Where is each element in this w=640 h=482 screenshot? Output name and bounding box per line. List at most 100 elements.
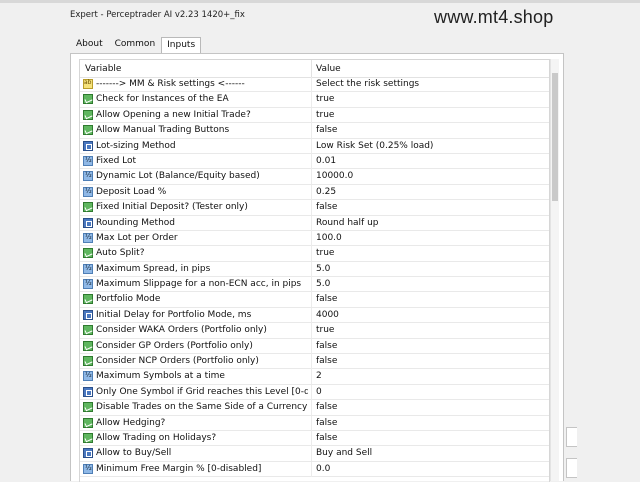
tab-about[interactable]: About	[70, 36, 109, 53]
table-row[interactable]: Auto Split? true	[80, 246, 549, 262]
row-variable-name: Auto Split?	[96, 248, 145, 259]
table-row[interactable]: Minimum Free Margin % [0-disabled] 0.0	[80, 461, 549, 478]
table-row[interactable]: Rounding Method Round half up	[80, 215, 549, 231]
row-variable-name: Max Lot per Order	[96, 232, 178, 243]
side-button-upper[interactable]	[566, 427, 577, 447]
vertical-scrollbar[interactable]	[550, 59, 559, 481]
column-divider	[311, 369, 312, 385]
table-row[interactable]: Only One Symbol if Grid reaches this Lev…	[80, 384, 549, 401]
row-value[interactable]: true	[316, 110, 334, 120]
boolean-param-icon	[83, 417, 93, 428]
column-divider	[311, 153, 312, 169]
row-variable-name: Allow to Buy/Sell	[96, 448, 172, 459]
boolean-param-icon	[83, 202, 93, 213]
table-row[interactable]: Allow Opening a new Initial Trade? true	[80, 107, 549, 124]
column-divider	[311, 123, 312, 139]
row-value[interactable]: 100.0	[316, 233, 342, 243]
row-value[interactable]: Buy and Sell	[316, 448, 372, 458]
top-strip	[0, 0, 640, 3]
row-value[interactable]: Low Risk Set (0.25% load)	[316, 141, 433, 151]
enum-param-icon	[83, 217, 93, 228]
row-value[interactable]: 0.01	[316, 156, 336, 166]
row-value[interactable]: 4000	[316, 310, 339, 320]
row-value[interactable]: false	[316, 341, 337, 351]
column-divider	[311, 246, 312, 262]
table-row[interactable]: Consider NCP Orders (Portfolio only) fals…	[80, 354, 549, 370]
table-row[interactable]: Disable Trades on the Same Side of a Cur…	[80, 400, 549, 416]
side-button-lower[interactable]	[566, 458, 577, 478]
row-value[interactable]: Round half up	[316, 218, 379, 228]
row-variable-name: Minimum Free Margin % [0-disabled]	[96, 463, 262, 474]
enum-param-icon	[83, 140, 93, 151]
table-row[interactable]: Consider GP Orders (Portfolio only) false	[80, 338, 549, 355]
column-divider	[311, 461, 312, 477]
table-row[interactable]: Fixed Lot 0.01	[80, 153, 549, 170]
table-row[interactable]: Check for Instances of the EA true	[80, 92, 549, 108]
enum-param-icon	[83, 386, 93, 397]
column-divider	[311, 307, 312, 323]
row-variable-name: Rounding Method	[96, 217, 176, 228]
inputs-panel: Variable Value -------> MM & Risk settin…	[70, 53, 564, 482]
row-value[interactable]: 0.25	[316, 187, 336, 197]
row-value[interactable]: 0.0	[316, 464, 330, 474]
tab-common[interactable]: Common	[109, 36, 162, 53]
window-title: Expert - Perceptrader AI v2.23 1420+_fix	[70, 10, 245, 20]
row-value[interactable]: false	[316, 418, 337, 428]
row-variable-name: Consider WAKA Orders (Portfolio only)	[96, 325, 267, 336]
row-variable-name: Disable Trades on the Same Side of a Cur…	[96, 402, 308, 413]
scrollbar-thumb[interactable]	[552, 73, 558, 201]
boolean-param-icon	[83, 356, 93, 367]
numeric-param-icon	[83, 263, 93, 274]
row-value[interactable]: Select the risk settings	[316, 79, 419, 89]
column-divider	[311, 215, 312, 231]
table-row[interactable]: Initial Delay for Portfolio Mode, ms 4000	[80, 307, 549, 324]
row-value[interactable]: false	[316, 294, 337, 304]
table-row[interactable]: Allow Manual Trading Buttons false	[80, 123, 549, 139]
row-variable-name: Initial Delay for Portfolio Mode, ms	[96, 309, 252, 320]
row-variable-name: Portfolio Mode	[96, 294, 161, 305]
row-value[interactable]: 5.0	[316, 264, 330, 274]
tab-inputs[interactable]: Inputs	[161, 37, 202, 54]
table-row[interactable]: Lot-sizing Method Low Risk Set (0.25% loa…	[80, 138, 549, 154]
row-value[interactable]: true	[316, 94, 334, 104]
row-variable-name: Allow Opening a new Initial Trade?	[96, 109, 251, 120]
row-value[interactable]: false	[316, 433, 337, 443]
table-row[interactable]: Allow Trading on Holidays? false	[80, 430, 549, 447]
table-row[interactable]: Allow Hedging? false	[80, 415, 549, 431]
row-value[interactable]: 2	[316, 371, 322, 381]
table-row[interactable]: Deposit Load % 0.25	[80, 184, 549, 201]
row-variable-name: Maximum Spread, in pips	[96, 263, 211, 274]
table-row[interactable]: Max Lot per Order 100.0	[80, 230, 549, 247]
table-row[interactable]: -------> MM & Risk settings <------ Selec…	[80, 77, 549, 93]
table-row[interactable]: Maximum Slippage for a non-ECN acc, in p…	[80, 277, 549, 293]
row-value[interactable]: 10000.0	[316, 171, 353, 181]
numeric-param-icon	[83, 232, 93, 243]
row-value[interactable]: false	[316, 402, 337, 412]
row-value[interactable]: false	[316, 202, 337, 212]
column-divider	[311, 354, 312, 370]
row-value[interactable]: 5.0	[316, 279, 330, 289]
header-separator[interactable]	[311, 60, 312, 77]
enum-param-icon	[83, 309, 93, 320]
table-row[interactable]: Maximum Spread, in pips 5.0	[80, 261, 549, 278]
row-value[interactable]: true	[316, 248, 334, 258]
row-value[interactable]: false	[316, 356, 337, 366]
table-row[interactable]: Allow to Buy/Sell Buy and Sell	[80, 446, 549, 462]
table-row[interactable]: Fixed Initial Deposit? (Tester only) fals…	[80, 200, 549, 216]
header-variable[interactable]: Variable	[85, 64, 121, 74]
header-value[interactable]: Value	[316, 64, 341, 74]
column-divider	[311, 277, 312, 293]
row-value[interactable]: true	[316, 325, 334, 335]
table-body: -------> MM & Risk settings <------ Selec…	[80, 77, 549, 478]
table-row[interactable]: Portfolio Mode false	[80, 292, 549, 308]
table-row[interactable]: Consider WAKA Orders (Portfolio only) tru…	[80, 323, 549, 339]
table-row[interactable]: Maximum Symbols at a time 2	[80, 369, 549, 385]
boolean-param-icon	[83, 94, 93, 105]
row-variable-name: Allow Hedging?	[96, 417, 166, 428]
row-variable-name: Dynamic Lot (Balance/Equity based)	[96, 171, 260, 182]
table-row[interactable]: Dynamic Lot (Balance/Equity based) 10000.…	[80, 169, 549, 185]
row-value[interactable]: 0	[316, 387, 322, 397]
column-divider	[311, 400, 312, 416]
boolean-param-icon	[83, 402, 93, 413]
row-value[interactable]: false	[316, 125, 337, 135]
